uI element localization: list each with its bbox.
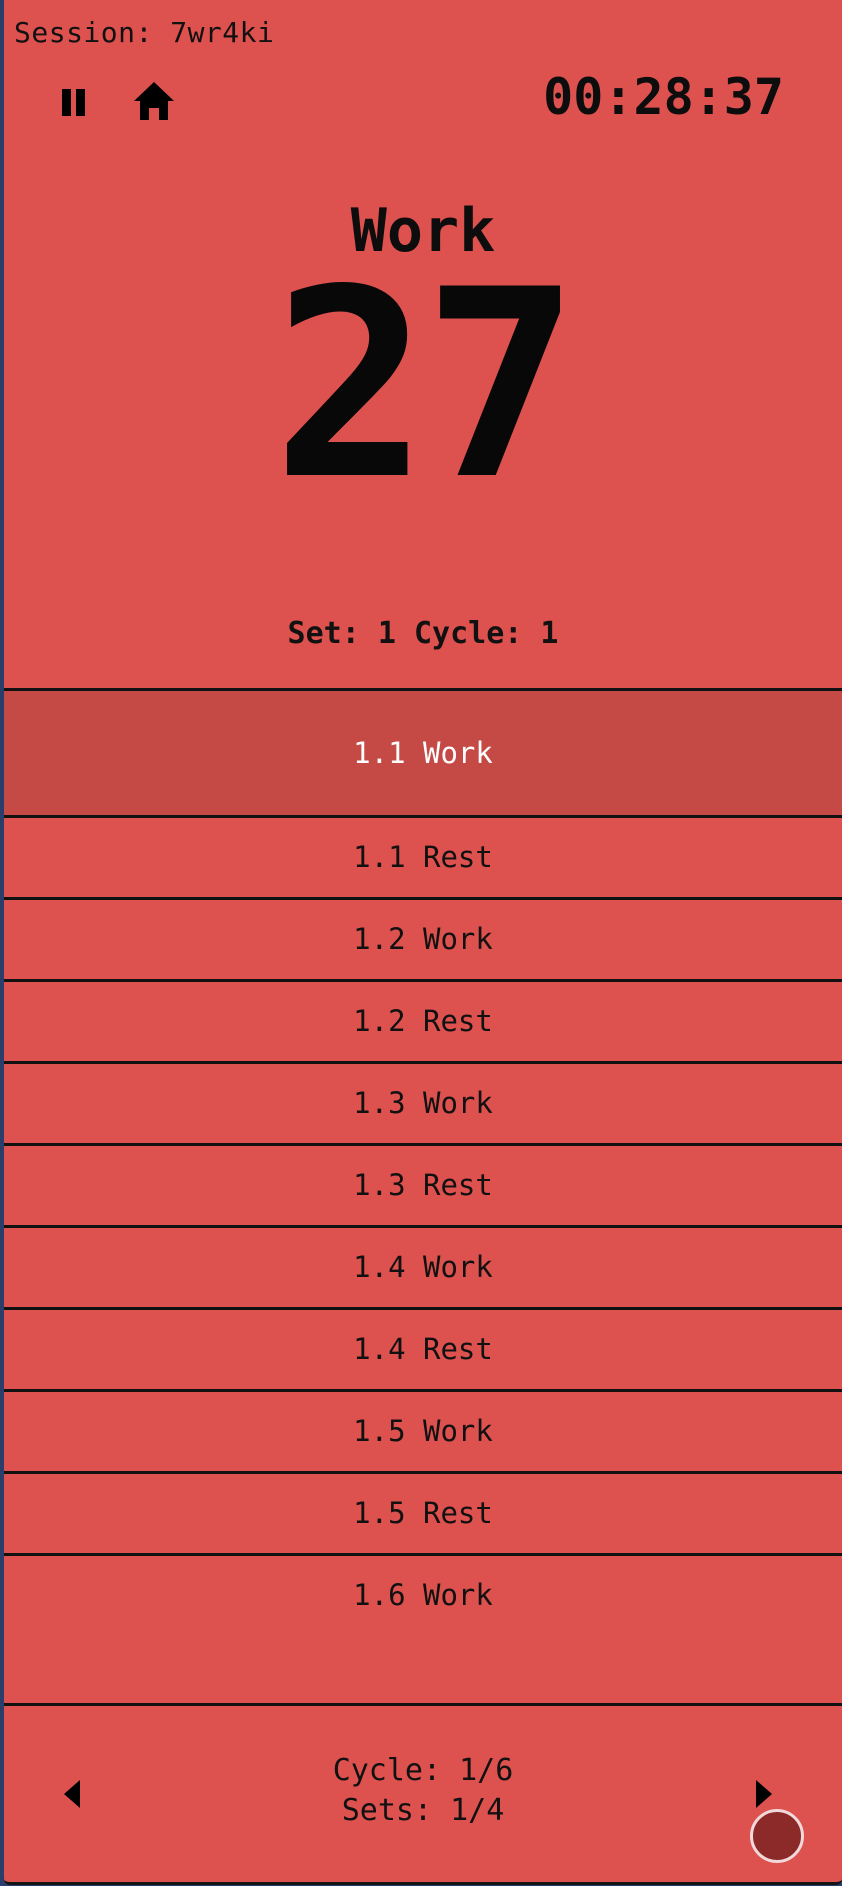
record-button[interactable]	[750, 1809, 804, 1863]
interval-item[interactable]: 1.6 Work	[4, 1553, 842, 1697]
interval-item[interactable]: 1.1 Rest	[4, 815, 842, 897]
interval-item[interactable]: 1.4 Rest	[4, 1307, 842, 1389]
pause-icon[interactable]	[56, 86, 90, 118]
home-icon[interactable]	[132, 80, 176, 122]
interval-item[interactable]: 1.3 Work	[4, 1061, 842, 1143]
set-cycle-status: Set: 1 Cycle: 1	[287, 616, 559, 651]
countdown-value: 27	[272, 235, 579, 537]
interval-item[interactable]: 1.2 Work	[4, 897, 842, 979]
timer-screen: Session: 7wr4ki 00:28:37 Work 27 Set: 1 …	[4, 0, 842, 1885]
cycle-progress: Cycle: 1/6	[332, 1753, 514, 1788]
interval-list: 1.1 Work 1.1 Rest 1.2 Work 1.2 Rest 1.3 …	[4, 688, 842, 1697]
interval-item[interactable]: 1.4 Work	[4, 1225, 842, 1307]
sets-progress: Sets: 1/4	[341, 1793, 505, 1828]
interval-item[interactable]: 1.1 Work	[4, 688, 842, 815]
elapsed-time: 00:28:37	[543, 68, 784, 126]
interval-item[interactable]: 1.5 Rest	[4, 1471, 842, 1553]
interval-item[interactable]: 1.2 Rest	[4, 979, 842, 1061]
interval-item[interactable]: 1.3 Rest	[4, 1143, 842, 1225]
footer-divider	[4, 1703, 842, 1706]
triangle-right-icon[interactable]	[756, 1780, 772, 1808]
interval-item[interactable]: 1.5 Work	[4, 1389, 842, 1471]
session-label: Session: 7wr4ki	[14, 16, 275, 49]
